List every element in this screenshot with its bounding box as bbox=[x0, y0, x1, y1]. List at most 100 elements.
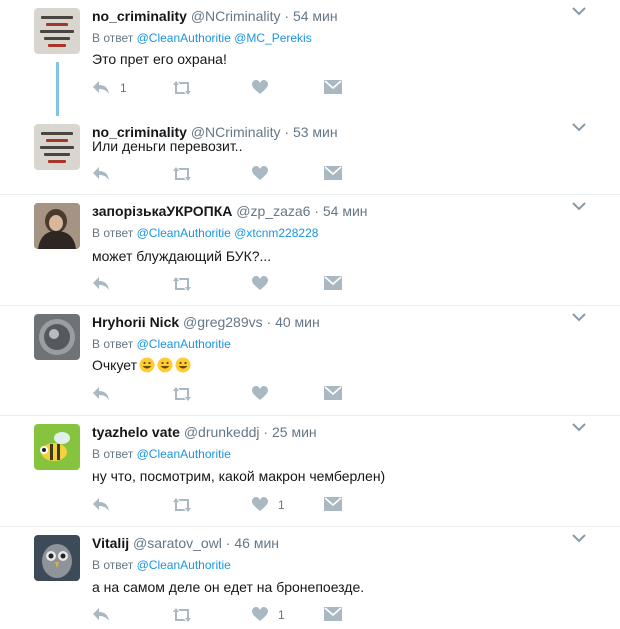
tweet-text: а на самом деле он едет на бронепоезде. bbox=[92, 579, 365, 595]
timestamp[interactable]: 25 мин bbox=[272, 424, 317, 440]
reply-mention-link[interactable]: @MC_Perekis bbox=[234, 31, 312, 45]
reply-mention-link[interactable]: @xtcnm228228 bbox=[234, 226, 318, 240]
user-name[interactable]: Vitalij bbox=[92, 535, 129, 551]
envelope-icon bbox=[324, 607, 342, 621]
timestamp[interactable]: 53 мин bbox=[293, 124, 338, 140]
reply-button[interactable] bbox=[92, 166, 120, 182]
retweet-button[interactable] bbox=[172, 166, 192, 182]
reply-mention-link[interactable]: @CleanAuthoritie bbox=[137, 558, 231, 572]
reply-button[interactable] bbox=[92, 497, 110, 513]
timestamp[interactable]: 46 мин bbox=[234, 535, 279, 551]
user-name[interactable]: tyazhelo vate bbox=[92, 424, 180, 440]
retweet-icon bbox=[173, 498, 191, 512]
heart-icon bbox=[252, 386, 268, 400]
timestamp[interactable]: 54 мин bbox=[323, 203, 368, 219]
direct-message-button[interactable] bbox=[324, 386, 342, 400]
like-button[interactable] bbox=[252, 80, 278, 95]
thread-connector bbox=[56, 62, 59, 116]
envelope-icon bbox=[324, 166, 342, 180]
retweet-icon bbox=[173, 167, 191, 181]
like-button[interactable] bbox=[252, 166, 268, 181]
reply-button[interactable] bbox=[92, 607, 110, 623]
reply-context: В ответ @CleanAuthoritie bbox=[92, 447, 231, 461]
reply-icon bbox=[93, 167, 109, 180]
timestamp[interactable]: 54 мин bbox=[293, 8, 338, 24]
reply-mention-link[interactable]: @CleanAuthoritie bbox=[137, 31, 231, 45]
grinning-emoji-icon bbox=[175, 357, 191, 373]
sign-avatar-icon[interactable] bbox=[34, 8, 80, 54]
tweet[interactable]: tyazhelo vate @drunkeddj · 25 мин В отве… bbox=[0, 416, 620, 527]
direct-message-button[interactable] bbox=[324, 276, 342, 290]
chevron-down-icon[interactable] bbox=[572, 312, 586, 322]
user-name[interactable]: Hryhorii Nick bbox=[92, 314, 179, 330]
tweet-actions: 1 bbox=[92, 80, 372, 100]
reply-icon bbox=[93, 81, 109, 94]
user-name[interactable]: no_criminality bbox=[92, 8, 187, 24]
tweet[interactable]: Vitalij @saratov_owl · 46 мин В ответ @C… bbox=[0, 527, 620, 629]
chevron-down-icon[interactable] bbox=[572, 6, 586, 16]
reply-button[interactable]: 1 bbox=[92, 80, 127, 96]
retweet-icon bbox=[173, 277, 191, 291]
reply-mention-link[interactable]: @CleanAuthoritie bbox=[137, 447, 231, 461]
reply-context: В ответ @CleanAuthoritie @MC_Perekis bbox=[92, 31, 312, 45]
tweet[interactable]: Hryhorii Nick @greg289vs · 40 мин В отве… bbox=[0, 306, 620, 416]
user-handle[interactable]: @greg289vs bbox=[183, 314, 263, 330]
direct-message-button[interactable] bbox=[324, 80, 342, 94]
envelope-icon bbox=[324, 386, 342, 400]
like-count: 1 bbox=[278, 607, 285, 622]
chevron-down-icon[interactable] bbox=[572, 122, 586, 132]
retweet-button[interactable] bbox=[172, 276, 192, 292]
reply-mention-link[interactable]: @CleanAuthoritie bbox=[137, 226, 231, 240]
user-handle[interactable]: @saratov_owl bbox=[133, 535, 222, 551]
tweet-actions: 1 bbox=[92, 497, 372, 517]
reply-context: В ответ @CleanAuthoritie bbox=[92, 337, 231, 351]
retweet-button[interactable] bbox=[172, 497, 192, 513]
tweet-header: запорізькаУКРОПКА @zp_zaza6 · 54 мин bbox=[92, 203, 368, 219]
user-handle[interactable]: @drunkeddj bbox=[184, 424, 260, 440]
retweet-button[interactable] bbox=[172, 607, 192, 623]
tweet[interactable]: запорізькаУКРОПКА @zp_zaza6 · 54 мин В о… bbox=[0, 195, 620, 306]
reply-prefix: В ответ bbox=[92, 447, 134, 461]
like-button[interactable]: 1 bbox=[252, 497, 285, 512]
bee-avatar-icon[interactable] bbox=[34, 424, 80, 470]
reply-button[interactable] bbox=[92, 276, 110, 292]
user-handle[interactable]: @zp_zaza6 bbox=[236, 203, 310, 219]
reply-mention-link[interactable]: @CleanAuthoritie bbox=[137, 337, 231, 351]
woman-photo-avatar-icon[interactable] bbox=[34, 203, 80, 249]
user-name[interactable]: запорізькаУКРОПКА bbox=[92, 203, 232, 219]
tweet-text-container: Очкует bbox=[92, 357, 191, 373]
user-handle[interactable]: @NCriminality bbox=[191, 8, 281, 24]
separator-dot: · bbox=[263, 424, 269, 440]
direct-message-button[interactable] bbox=[324, 497, 342, 511]
reply-icon bbox=[93, 608, 109, 621]
separator-dot: · bbox=[284, 8, 290, 24]
like-button[interactable] bbox=[252, 386, 268, 401]
tweet-text: Очкует bbox=[92, 357, 138, 373]
tweet-header: no_criminality @NCriminality · 54 мин bbox=[92, 8, 338, 24]
tweet-text: ну что, посмотрим, какой макрон чемберле… bbox=[92, 468, 386, 484]
reply-icon bbox=[93, 387, 109, 400]
retweet-button[interactable] bbox=[172, 386, 192, 402]
tweet-header: Hryhorii Nick @greg289vs · 40 мин bbox=[92, 314, 320, 330]
chevron-down-icon[interactable] bbox=[572, 201, 586, 211]
tweet[interactable]: no_criminality @NCriminality · 53 мин Ил… bbox=[0, 116, 620, 195]
sign-avatar-icon[interactable] bbox=[34, 124, 80, 170]
like-button[interactable]: 1 bbox=[252, 607, 285, 622]
direct-message-button[interactable] bbox=[324, 607, 342, 621]
direct-message-button[interactable] bbox=[324, 166, 342, 180]
timestamp[interactable]: 40 мин bbox=[275, 314, 320, 330]
owl-avatar-icon[interactable] bbox=[34, 535, 80, 581]
chevron-down-icon[interactable] bbox=[572, 422, 586, 432]
like-button[interactable] bbox=[252, 276, 268, 291]
coin-photo-avatar-icon[interactable] bbox=[34, 314, 80, 360]
chevron-down-icon[interactable] bbox=[572, 533, 586, 543]
reply-prefix: В ответ bbox=[92, 31, 134, 45]
grinning-emoji-icon bbox=[139, 357, 155, 373]
like-count: 1 bbox=[278, 497, 285, 512]
retweet-button[interactable] bbox=[172, 80, 192, 96]
reply-button[interactable] bbox=[92, 386, 110, 402]
retweet-icon bbox=[173, 81, 191, 95]
tweet[interactable]: no_criminality @NCriminality · 54 мин В … bbox=[0, 0, 620, 116]
tweet-actions: 1 bbox=[92, 607, 372, 627]
grinning-emoji-icon bbox=[157, 357, 173, 373]
